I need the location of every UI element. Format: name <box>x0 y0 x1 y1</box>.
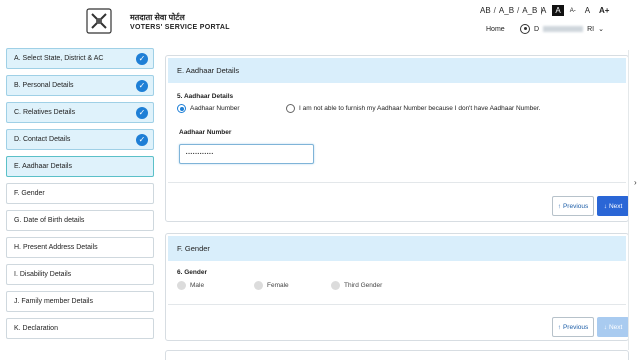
font-size-controls: A A A- A A+ <box>538 5 612 16</box>
language-selector: AB / A_B / A_B | <box>478 6 543 15</box>
sidebar-item-contact-details[interactable]: D. Contact Details ✓ <box>6 129 154 150</box>
next-section-card <box>165 350 629 360</box>
sidebar-item-label: H. Present Address Details <box>14 244 98 251</box>
sidebar-item-disability[interactable]: I. Disability Details <box>6 264 154 285</box>
sidebar-item-label: J. Family member Details <box>14 298 93 305</box>
radio-label: Male <box>190 282 205 289</box>
next-button[interactable]: ↓ Next <box>597 196 629 216</box>
check-icon: ✓ <box>136 79 148 92</box>
check-icon: ✓ <box>136 52 148 65</box>
arrow-up-icon: ↑ <box>557 323 561 331</box>
font-decrease[interactable]: A- <box>567 7 579 15</box>
sidebar-item-family-member[interactable]: J. Family member Details <box>6 291 154 312</box>
sidebar-item-declaration[interactable]: K. Declaration <box>6 318 154 339</box>
radio-unselected-icon <box>286 104 295 113</box>
radio-unselected-icon <box>254 281 263 290</box>
home-link[interactable]: Home <box>486 26 505 33</box>
scroll-track[interactable] <box>628 50 629 350</box>
user-initial: D <box>534 25 540 33</box>
sidebar-item-label: C. Relatives Details <box>14 109 76 116</box>
user-icon <box>520 24 530 34</box>
user-menu[interactable]: D RI ⌄ <box>520 24 604 34</box>
user-name-redacted <box>543 26 584 32</box>
gender-card: F. Gender 6. Gender Male Female Third Ge… <box>165 233 629 341</box>
radio-no-aadhaar[interactable]: I am not able to furnish my Aadhaar Numb… <box>286 104 541 113</box>
font-normal[interactable]: A <box>582 5 593 16</box>
radio-selected-icon <box>177 104 186 113</box>
radio-label: Aadhaar Number <box>190 105 240 112</box>
top-header: मतदाता सेवा पोर्टल VOTERS' SERVICE PORTA… <box>0 0 640 44</box>
portal-name-hindi: मतदाता सेवा पोर्टल <box>130 13 185 22</box>
sidebar-item-label: A. Select State, District & AC <box>14 55 104 62</box>
question-title: 5. Aadhaar Details <box>177 93 234 100</box>
sidebar-item-label: K. Declaration <box>14 325 58 332</box>
sidebar-item-label: B. Personal Details <box>14 82 74 89</box>
aadhaar-number-input[interactable]: ············ <box>179 144 314 164</box>
lang-option-3[interactable]: A_B <box>520 6 539 15</box>
radio-label: I am not able to furnish my Aadhaar Numb… <box>299 105 541 112</box>
radio-unselected-icon <box>331 281 340 290</box>
radio-unselected-icon <box>177 281 186 290</box>
sidebar-item-label: E. Aadhaar Details <box>14 163 72 170</box>
sidebar-item-personal-details[interactable]: B. Personal Details ✓ <box>6 75 154 96</box>
font-a-dark[interactable]: A <box>552 5 564 16</box>
next-label: Next <box>608 323 623 331</box>
portal-name: VOTERS' SERVICE PORTAL <box>130 24 230 31</box>
radio-third-gender[interactable]: Third Gender <box>331 281 382 290</box>
radio-female[interactable]: Female <box>254 281 289 290</box>
previous-label: Previous <box>562 323 589 331</box>
aadhaar-field-label: Aadhaar Number <box>179 129 232 136</box>
form-steps-sidebar: A. Select State, District & AC ✓ B. Pers… <box>6 48 154 345</box>
arrow-down-icon: ↓ <box>603 323 607 331</box>
sidebar-item-date-of-birth[interactable]: G. Date of Birth details <box>6 210 154 231</box>
sidebar-item-aadhaar-details[interactable]: E. Aadhaar Details <box>6 156 154 177</box>
sidebar-item-gender[interactable]: F. Gender <box>6 183 154 204</box>
divider <box>168 304 626 305</box>
font-a-light[interactable]: A <box>538 5 549 16</box>
sidebar-item-label: D. Contact Details <box>14 136 71 143</box>
aadhaar-details-card: E. Aadhaar Details 5. Aadhaar Details Aa… <box>165 55 629 222</box>
lang-option-2[interactable]: A_B <box>497 6 516 15</box>
chevron-down-icon: ⌄ <box>598 26 604 33</box>
sidebar-item-label: G. Date of Birth details <box>14 217 85 224</box>
font-increase[interactable]: A+ <box>596 5 612 16</box>
user-suffix: RI <box>587 25 595 33</box>
check-icon: ✓ <box>136 133 148 146</box>
divider <box>168 182 626 183</box>
section-title: F. Gender <box>168 236 626 261</box>
next-button[interactable]: ↓ Next <box>597 317 629 337</box>
lang-option-1[interactable]: AB <box>478 6 493 15</box>
sidebar-item-relatives-details[interactable]: C. Relatives Details ✓ <box>6 102 154 123</box>
radio-label: Third Gender <box>344 282 383 289</box>
mouse-cursor-icon: › <box>634 178 637 187</box>
sidebar-item-select-state[interactable]: A. Select State, District & AC ✓ <box>6 48 154 69</box>
check-icon: ✓ <box>136 106 148 119</box>
arrow-up-icon: ↑ <box>557 202 561 210</box>
arrow-down-icon: ↓ <box>603 202 607 210</box>
section-title: E. Aadhaar Details <box>168 58 626 83</box>
previous-label: Previous <box>562 202 589 210</box>
sidebar-item-label: I. Disability Details <box>14 271 72 278</box>
radio-label: Female <box>267 282 289 289</box>
question-title: 6. Gender <box>177 269 207 276</box>
previous-button[interactable]: ↑ Previous <box>552 317 594 337</box>
eci-logo-icon <box>86 8 112 34</box>
radio-male[interactable]: Male <box>177 281 204 290</box>
sidebar-item-label: F. Gender <box>14 190 45 197</box>
sidebar-item-present-address[interactable]: H. Present Address Details <box>6 237 154 258</box>
previous-button[interactable]: ↑ Previous <box>552 196 594 216</box>
radio-aadhaar-number[interactable]: Aadhaar Number <box>177 104 240 113</box>
next-label: Next <box>608 202 623 210</box>
